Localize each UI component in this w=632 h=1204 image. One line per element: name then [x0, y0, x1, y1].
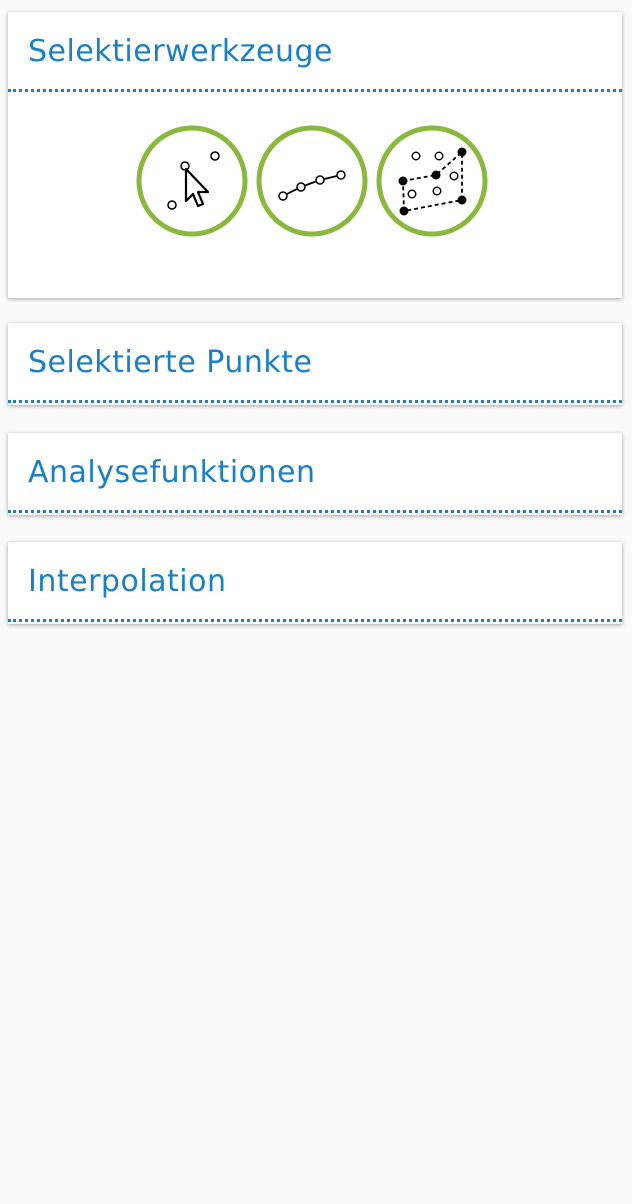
- panel-title-interpolation: Interpolation: [28, 564, 227, 599]
- panel-analysis-functions: Analysefunktionen: [8, 433, 622, 515]
- polygon-select-button[interactable]: [376, 125, 488, 237]
- line-select-button[interactable]: [256, 125, 368, 237]
- panel-selected-points: Selektierte Punkte: [8, 323, 622, 405]
- panel-header-analysis-functions[interactable]: Analysefunktionen: [8, 433, 622, 513]
- panel-interpolation: Interpolation: [8, 542, 622, 624]
- panel-title-selection-tools: Selektierwerkzeuge: [28, 34, 333, 69]
- selection-tool-bar: [8, 125, 622, 237]
- panel-title-selected-points: Selektierte Punkte: [28, 345, 313, 380]
- panel-selection-tools: Selektierwerkzeuge: [8, 12, 622, 298]
- pointer-select-button[interactable]: [136, 125, 248, 237]
- polygon-select-icon: [376, 125, 488, 237]
- line-select-icon: [256, 125, 368, 237]
- panel-header-selected-points[interactable]: Selektierte Punkte: [8, 323, 622, 403]
- panel-header-selection-tools[interactable]: Selektierwerkzeuge: [8, 12, 622, 92]
- panel-title-analysis-functions: Analysefunktionen: [28, 455, 316, 490]
- panel-header-interpolation[interactable]: Interpolation: [8, 542, 622, 622]
- pointer-select-icon: [136, 125, 248, 237]
